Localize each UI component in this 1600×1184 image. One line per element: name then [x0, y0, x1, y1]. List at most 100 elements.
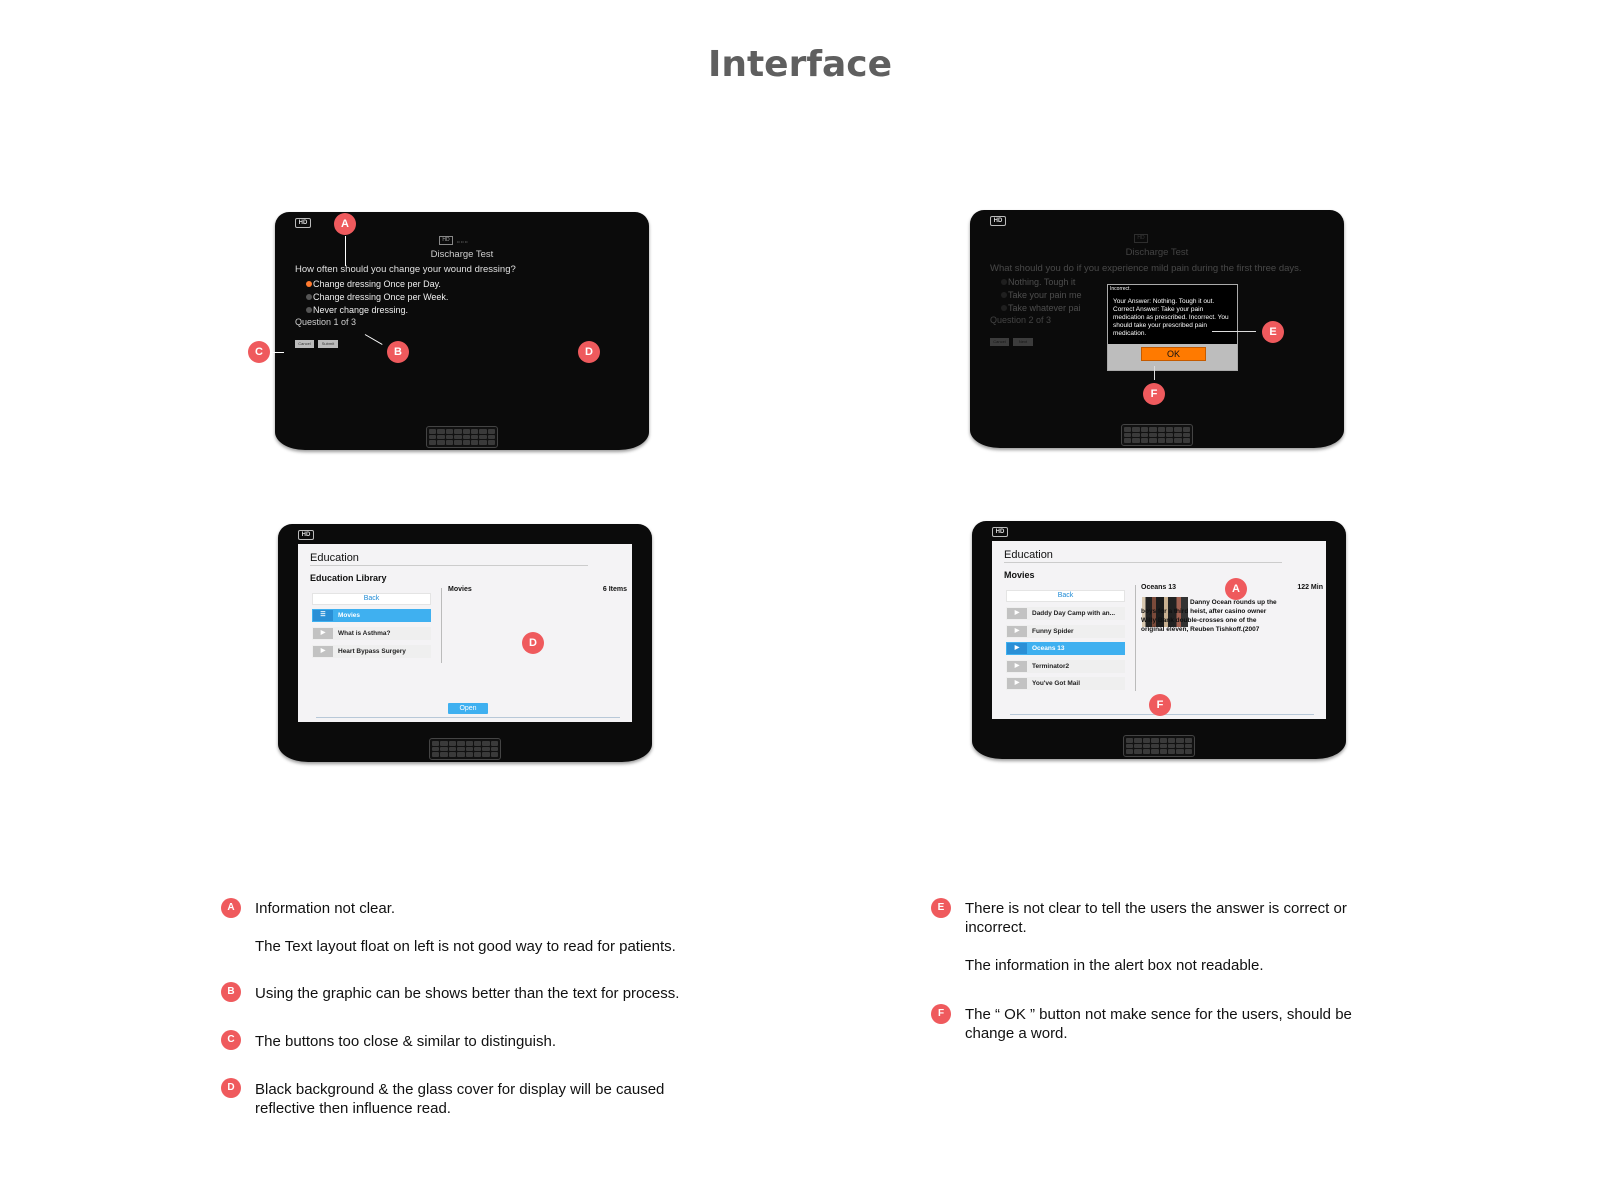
item-count: 6 Items	[602, 586, 627, 593]
question-counter: Question 2 of 3	[990, 315, 1052, 325]
screen-title: Education	[1004, 549, 1053, 561]
education-movies-screen: Education Movies Back ▶ Daddy Day Camp wi…	[992, 541, 1326, 719]
list-item[interactable]: ▶ You've Got Mail	[1006, 677, 1125, 690]
movie-title: Oceans 13	[1141, 584, 1177, 591]
panel-divider	[441, 588, 442, 663]
play-icon: ▶	[1007, 608, 1027, 619]
play-icon: ▶	[1007, 678, 1027, 689]
note-marker-c: C	[221, 1030, 241, 1050]
note-text: The “ OK ” button not make sence for the…	[965, 1006, 1352, 1023]
list-item-selected[interactable]: ▶ Oceans 13	[1006, 642, 1125, 655]
tablet-discharge-question: HD HD •• •• •• Discharge Test How often …	[275, 212, 649, 450]
bottom-divider	[316, 717, 620, 718]
tablet-education-library: HD Education Education Library Back ☰ Mov…	[278, 524, 652, 762]
answer-option[interactable]: Nothing. Tough it	[1001, 277, 1075, 287]
open-button[interactable]: Open	[448, 703, 488, 714]
note-marker-d: D	[221, 1078, 241, 1098]
question-counter: Question 1 of 3	[295, 317, 357, 327]
hardware-keypad	[429, 738, 501, 760]
note-text: There is not clear to tell the users the…	[965, 900, 1347, 917]
dialog-header: Incorrect.	[1108, 285, 1237, 293]
note-marker-f: F	[931, 1004, 951, 1024]
note-marker-a: A	[221, 898, 241, 918]
callout-leader	[345, 236, 346, 266]
question-text: What should you do if you experience mil…	[990, 263, 1302, 274]
note-text: The information in the alert box not rea…	[965, 957, 1264, 974]
radio-icon	[1001, 292, 1007, 298]
hd-logo: HD	[295, 218, 311, 228]
callout-marker-b: B	[387, 341, 409, 363]
radio-icon	[1001, 305, 1007, 311]
note-marker-b: B	[221, 982, 241, 1002]
answer-option[interactable]: Never change dressing.	[306, 305, 408, 315]
screen-subtitle: Education Library	[310, 573, 387, 583]
panel-divider	[1135, 585, 1136, 691]
note-marker-e: E	[931, 898, 951, 918]
ok-button[interactable]: OK	[1141, 347, 1206, 361]
dialog-footer: OK	[1108, 344, 1237, 370]
movie-duration: 122 Min	[1297, 584, 1323, 591]
submit-button[interactable]: Submit	[318, 340, 338, 348]
note-text: change a word.	[965, 1025, 1068, 1042]
note-text: incorrect.	[965, 919, 1027, 936]
list-item[interactable]: ▶ Daddy Day Camp with an...	[1006, 607, 1125, 620]
radio-icon	[1001, 279, 1007, 285]
callout-leader	[270, 352, 284, 353]
list-item[interactable]: ▶ Funny Spider	[1006, 625, 1125, 638]
callout-marker-a: A	[334, 213, 356, 235]
radio-icon	[306, 294, 312, 300]
list-icon: ☰	[313, 610, 333, 621]
note-text: The buttons too close & similar to disti…	[255, 1033, 556, 1050]
answer-option[interactable]: Take your pain me	[1001, 290, 1082, 300]
callout-leader	[1154, 366, 1155, 380]
callout-marker-f: F	[1143, 383, 1165, 405]
tablet-discharge-alert: HD HD Discharge Test What should you do …	[970, 210, 1344, 448]
callout-marker-d: D	[578, 341, 600, 363]
note-text: The Text layout float on left is not goo…	[255, 938, 676, 955]
play-icon: ▶	[1007, 626, 1027, 637]
answer-option[interactable]: Take whatever pai	[1001, 303, 1081, 313]
back-button[interactable]: Back	[312, 593, 431, 605]
radio-icon	[306, 307, 312, 313]
screen-title: Discharge Test	[1125, 247, 1189, 258]
note-text: reflective then influence read.	[255, 1100, 451, 1117]
title-divider	[310, 565, 588, 566]
tablet-education-movies: HD Education Movies Back ▶ Daddy Day Camp…	[972, 521, 1346, 759]
callout-leader	[1212, 331, 1256, 332]
list-item[interactable]: ▶ Terminator2	[1006, 660, 1125, 673]
callout-marker-c: C	[248, 341, 270, 363]
callout-marker-f: F	[1149, 694, 1171, 716]
list-item-movies[interactable]: ☰ Movies	[312, 609, 431, 622]
page-title: Interface	[707, 44, 893, 85]
callout-marker-e: E	[1262, 321, 1284, 343]
list-item[interactable]: ▶ Heart Bypass Surgery	[312, 645, 431, 658]
panel-title: Movies	[448, 586, 472, 593]
next-button[interactable]: Next	[1013, 338, 1033, 346]
back-button[interactable]: Back	[1006, 590, 1125, 602]
app-logo-dots: •• •• ••	[457, 239, 468, 244]
note-text: Black background & the glass cover for d…	[255, 1081, 665, 1098]
cancel-button[interactable]: Cancel	[295, 340, 314, 348]
incorrect-alert-dialog: Incorrect. Your Answer: Nothing. Tough i…	[1107, 284, 1238, 371]
hardware-keypad	[426, 426, 498, 448]
note-text: Information not clear.	[255, 900, 396, 917]
play-icon: ▶	[313, 628, 333, 639]
callout-marker-d: D	[522, 632, 544, 654]
radio-selected-icon	[306, 281, 312, 287]
title-divider	[1004, 562, 1282, 563]
answer-option[interactable]: Change dressing Once per Day.	[306, 279, 441, 289]
cancel-button[interactable]: Cancel	[990, 338, 1009, 346]
screen-title: Education	[310, 552, 359, 564]
answer-option[interactable]: Change dressing Once per Week.	[306, 292, 448, 302]
app-logo: HD	[439, 236, 453, 245]
movie-description: Danny Ocean rounds up the boys for a thi…	[1141, 599, 1277, 633]
education-library-screen: Education Education Library Back ☰ Movies…	[298, 544, 632, 722]
hd-logo: HD	[990, 216, 1006, 226]
list-item[interactable]: ▶ What is Asthma?	[312, 627, 431, 640]
dialog-message: Your Answer: Nothing. Tough it out. Corr…	[1108, 293, 1237, 346]
question-text: How often should you change your wound d…	[295, 264, 516, 275]
hardware-keypad	[1121, 424, 1193, 446]
play-icon: ▶	[1007, 643, 1027, 654]
callout-marker-a: A	[1225, 578, 1247, 600]
play-icon: ▶	[313, 646, 333, 657]
